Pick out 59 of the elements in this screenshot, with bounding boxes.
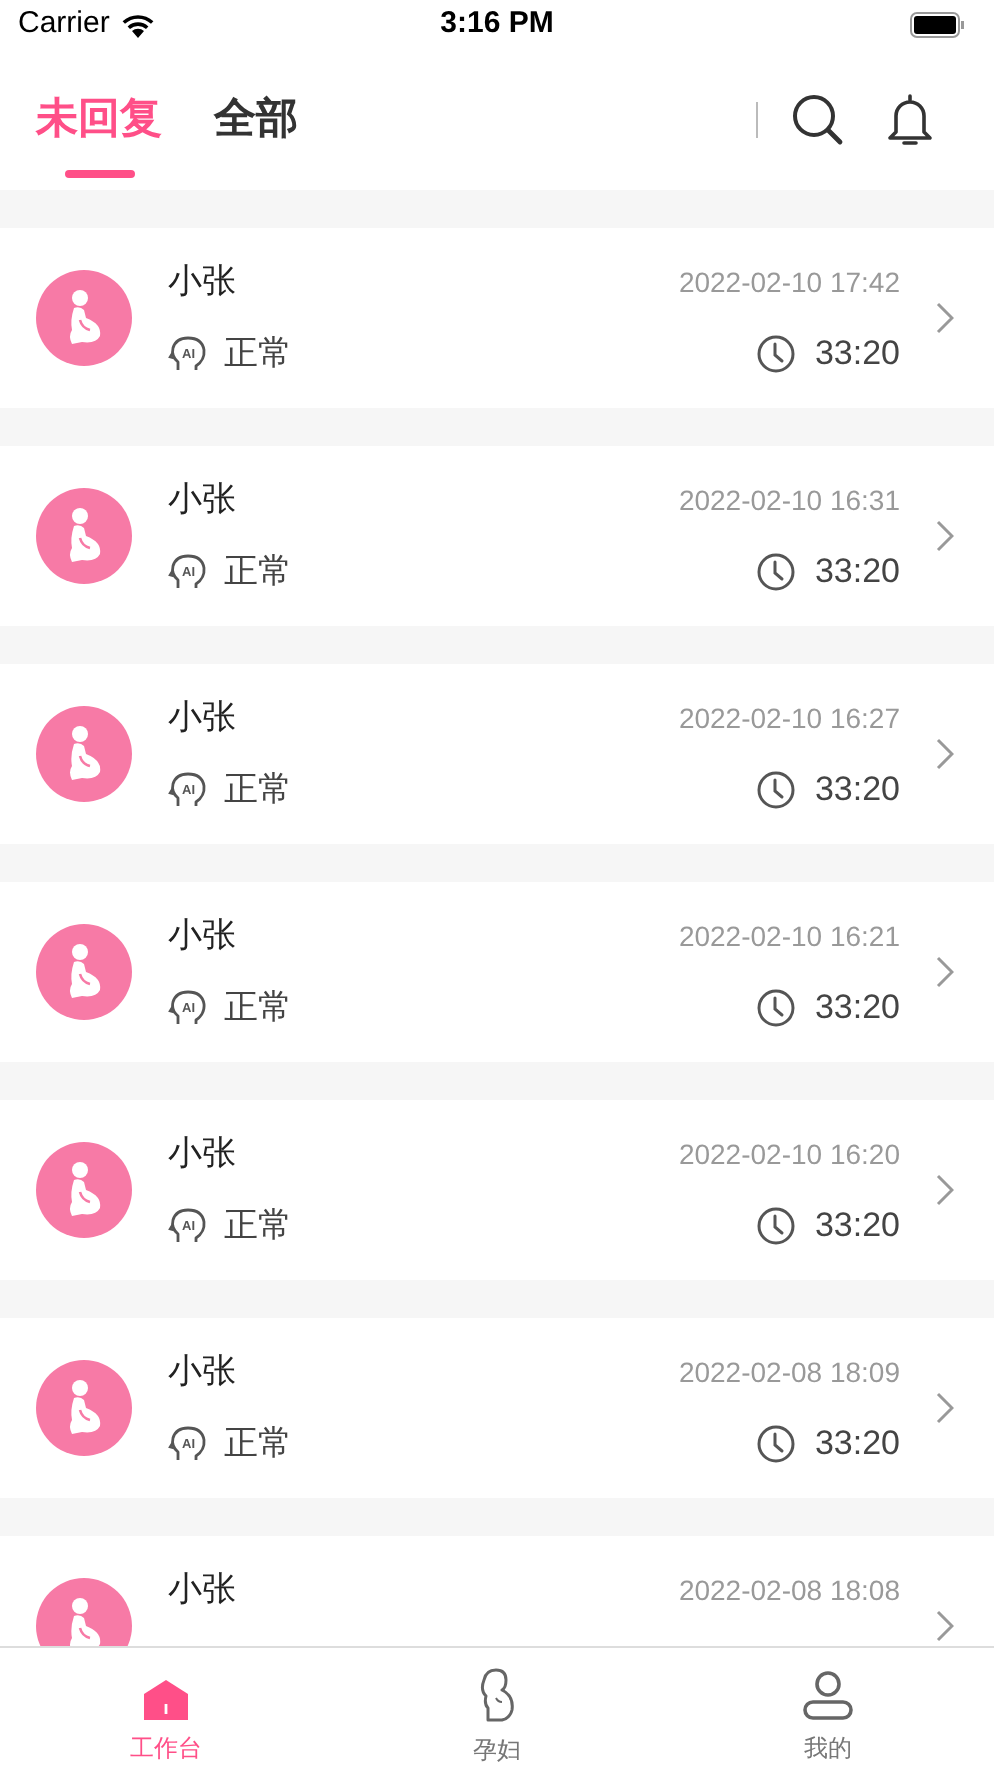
duration: 33:20 (814, 332, 900, 377)
patient-name: 小张 (168, 914, 236, 959)
patient-name: 小张 (168, 1568, 236, 1613)
patient-name: 小张 (168, 1350, 236, 1395)
ai-result: 正常 (224, 1422, 292, 1467)
duration: 33:20 (814, 768, 900, 813)
bell-icon[interactable] (886, 92, 934, 148)
tab-bar-item[interactable]: 孕妇 (331, 1648, 663, 1766)
chevron-right-icon (936, 302, 954, 334)
pregnant-woman-avatar (36, 924, 132, 1020)
patient-name: 小张 (168, 1132, 236, 1177)
ai-result: 正常 (224, 768, 292, 813)
clock-icon (756, 552, 797, 592)
pregnant-woman-avatar (36, 270, 132, 366)
patient-name: 小张 (168, 696, 236, 741)
record-datetime: 2022-02-08 18:09 (678, 1353, 900, 1391)
ai-result: 正常 (224, 986, 292, 1031)
search-icon[interactable] (790, 92, 846, 148)
chevron-right-icon (936, 738, 954, 770)
chevron-right-icon (936, 1610, 954, 1642)
pregnant-woman-avatar (36, 706, 132, 802)
duration: 33:20 (814, 986, 900, 1031)
chevron-right-icon (936, 1174, 954, 1206)
record-datetime: 2022-02-10 16:31 (678, 481, 900, 519)
clock-icon (756, 1206, 797, 1246)
tab-indicator (64, 170, 134, 178)
chevron-right-icon (936, 956, 954, 988)
clock-icon (756, 988, 797, 1028)
patient-name: 小张 (168, 260, 236, 305)
pregnant-woman-avatar (36, 488, 132, 584)
duration: 33:20 (814, 1204, 900, 1249)
record-datetime: 2022-02-08 18:08 (678, 1571, 900, 1609)
home-icon (141, 1678, 190, 1722)
chevron-right-icon (936, 1392, 954, 1424)
pregnant-woman-avatar (36, 1360, 132, 1456)
record-datetime: 2022-02-10 16:27 (678, 699, 900, 737)
record-datetime: 2022-02-10 16:21 (678, 917, 900, 955)
pregnant-woman-icon (477, 1668, 517, 1724)
pregnant-woman-avatar (36, 1142, 132, 1238)
record-datetime: 2022-02-10 16:20 (678, 1135, 900, 1173)
duration: 33:20 (814, 1422, 900, 1467)
tab[interactable]: 全部 (214, 92, 298, 148)
ai-result: 正常 (224, 550, 292, 595)
ai-result: 正常 (224, 332, 292, 377)
record-datetime: 2022-02-10 17:42 (678, 263, 900, 301)
duration: 33:20 (814, 550, 900, 595)
clock-icon (756, 770, 797, 810)
clock-icon (756, 1424, 797, 1464)
carrier-label: Carrier (18, 4, 110, 45)
ai-result: 正常 (224, 1204, 292, 1249)
battery-icon (910, 12, 966, 38)
tab-bar-item[interactable]: 我的 (662, 1648, 994, 1766)
chevron-right-icon (936, 520, 954, 552)
record-card[interactable]: 小张 2022-02-08 18:08 (0, 1536, 994, 1646)
profile-icon (802, 1670, 855, 1722)
wifi-icon (119, 12, 156, 38)
clock-label: 3:16 PM (440, 4, 554, 45)
clock-icon (756, 334, 797, 374)
patient-name: 小张 (168, 478, 236, 523)
